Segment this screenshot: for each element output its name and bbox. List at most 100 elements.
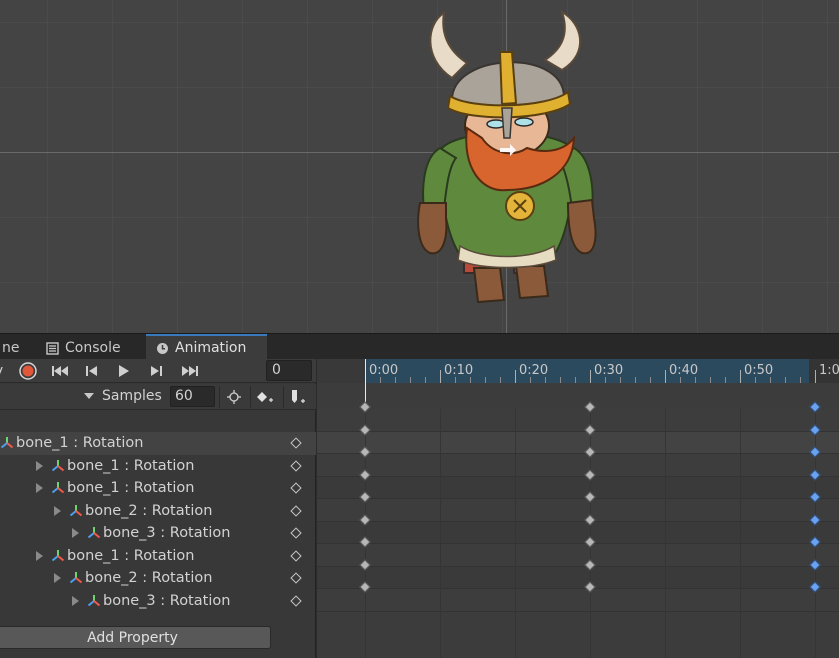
next-keyframe-button[interactable] <box>142 361 170 381</box>
first-keyframe-button[interactable] <box>46 361 74 381</box>
property-label: bone_3 : Rotation <box>103 592 231 609</box>
add-keyframe-button[interactable] <box>250 386 278 408</box>
clip-range <box>365 359 809 383</box>
property-row[interactable]: bone_1 : Rotation <box>0 477 316 500</box>
keyframe-rows <box>317 409 839 658</box>
add-event-button[interactable] <box>283 386 311 408</box>
keyframe-toggle-icon[interactable] <box>290 594 302 607</box>
property-label: bone_1 : Rotation <box>67 547 195 564</box>
ruler-label: 0:20 <box>519 363 549 378</box>
bone-transform-icon <box>69 572 83 584</box>
keyframe-toggle-icon[interactable] <box>290 504 302 517</box>
property-label: bone_2 : Rotation <box>85 570 213 587</box>
clip-dropdown-arrow-icon[interactable] <box>84 393 94 399</box>
property-row[interactable]: bone_2 : Rotation <box>0 500 316 523</box>
property-label: bone_3 : Rotation <box>103 525 231 542</box>
property-row[interactable]: bone_1 : Rotation <box>0 455 316 478</box>
bone-transform-icon <box>87 594 101 607</box>
summary-keyframe-row[interactable] <box>317 409 839 432</box>
animation-clock-icon <box>157 342 168 354</box>
timeline-grid-line <box>665 409 666 658</box>
record-button[interactable] <box>14 361 42 381</box>
expand-arrow-icon[interactable] <box>72 595 79 606</box>
expand-arrow-icon[interactable] <box>54 573 61 584</box>
tab-label: Animation <box>175 340 247 356</box>
ruler-label: 1:0 <box>819 363 839 378</box>
keyframe-row[interactable] <box>317 589 839 612</box>
animation-property-panel: y <box>0 359 316 658</box>
bone-transform-icon <box>0 437 14 449</box>
keyframe-toggle-icon[interactable] <box>290 572 302 584</box>
tab-console[interactable]: Console <box>36 336 131 360</box>
keyframe-toggle-icon[interactable] <box>290 482 302 494</box>
bone-transform-icon <box>51 459 65 472</box>
ruler-major-tick <box>590 370 591 383</box>
bone-transform-icon <box>87 527 101 539</box>
property-row[interactable]: bone_3 : Rotation <box>0 590 316 613</box>
keyframe-row[interactable] <box>317 566 839 589</box>
preview-toggle[interactable]: y <box>0 361 8 381</box>
keyframe-row[interactable] <box>317 521 839 544</box>
ruler-label: 0:00 <box>369 363 399 378</box>
skip-to-start-icon <box>52 366 68 376</box>
previous-keyframe-button[interactable] <box>78 361 106 381</box>
tab-animation[interactable]: Animation <box>146 334 267 360</box>
add-event-icon <box>291 390 305 403</box>
expand-arrow-icon[interactable] <box>36 483 43 494</box>
dopesheet-timeline[interactable]: 0:00 0:10 0:20 0:30 0:40 0:50 1:0 <box>317 359 839 658</box>
property-row[interactable]: bone_3 : Rotation <box>0 522 316 545</box>
expand-arrow-icon[interactable] <box>72 528 79 539</box>
property-label: bone_1 : Rotation <box>67 480 195 497</box>
tab-hierarchy[interactable]: ne <box>0 336 30 360</box>
expand-arrow-icon[interactable] <box>54 505 61 516</box>
property-label: bone_1 : Rotation <box>16 435 144 452</box>
ruler-major-tick <box>515 370 516 383</box>
keyframe-row[interactable] <box>317 499 839 522</box>
timeline-grid-line <box>515 409 516 658</box>
ruler-major-tick <box>815 370 816 383</box>
keyframe-toggle-icon[interactable] <box>290 527 302 539</box>
ruler-label: 0:10 <box>444 363 474 378</box>
skip-to-end-icon <box>182 366 198 376</box>
frame-input[interactable]: 0 <box>266 360 312 381</box>
keyframe-toggle-icon[interactable] <box>290 549 302 562</box>
ruler-label: 0:50 <box>744 363 774 378</box>
keyframe-row[interactable] <box>317 454 839 477</box>
samples-row: Samples 60 <box>0 384 316 410</box>
add-keyframe-icon <box>256 392 273 402</box>
tab-bar: ne Console Animation <box>0 333 839 360</box>
property-label: bone_2 : Rotation <box>85 502 213 519</box>
filter-by-selection-button[interactable] <box>219 386 247 408</box>
ruler-major-tick <box>440 370 441 383</box>
bone-transform-icon <box>69 504 83 517</box>
keyframe-row[interactable] <box>317 431 839 454</box>
property-row[interactable]: bone_1 : Rotation <box>0 545 316 568</box>
viking-character-sprite[interactable] <box>412 8 602 308</box>
step-forward-icon <box>151 366 162 376</box>
add-property-button[interactable]: Add Property <box>0 626 271 649</box>
bone-transform-icon <box>51 482 65 494</box>
scene-view[interactable] <box>0 0 839 333</box>
tab-label: ne <box>2 340 20 356</box>
property-row[interactable]: bone_1 : Rotation <box>0 432 316 455</box>
console-icon <box>46 341 59 355</box>
timeline-grid-line <box>740 409 741 658</box>
record-icon <box>19 362 37 380</box>
time-ruler[interactable]: 0:00 0:10 0:20 0:30 0:40 0:50 1:0 <box>317 359 839 383</box>
bone-transform-icon <box>51 549 65 562</box>
keyframe-row[interactable] <box>317 544 839 567</box>
expand-arrow-icon[interactable] <box>36 550 43 561</box>
samples-input[interactable]: 60 <box>170 386 215 407</box>
play-button[interactable] <box>110 361 138 381</box>
ruler-major-tick <box>665 370 666 383</box>
property-label: bone_1 : Rotation <box>67 457 195 474</box>
last-keyframe-button[interactable] <box>176 361 204 381</box>
keyframe-toggle-icon[interactable] <box>290 459 302 472</box>
keyframe-toggle-icon[interactable] <box>290 437 302 449</box>
expand-arrow-icon[interactable] <box>36 460 43 471</box>
play-icon <box>119 365 129 377</box>
property-row[interactable]: bone_2 : Rotation <box>0 567 316 590</box>
playback-controls: y <box>0 359 316 383</box>
ruler-label: 0:40 <box>669 363 699 378</box>
keyframe-row[interactable] <box>317 476 839 499</box>
